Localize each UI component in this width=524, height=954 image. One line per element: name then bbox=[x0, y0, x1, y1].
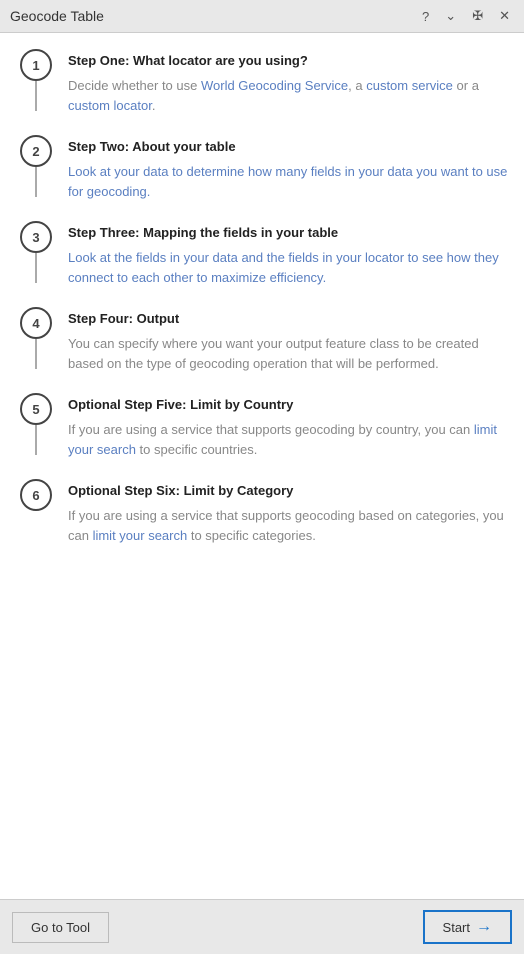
step-title-1: Step One: What locator are you using? bbox=[68, 53, 508, 68]
step-circle-2: 2 bbox=[20, 135, 52, 167]
step-item-1: 1 Step One: What locator are you using? … bbox=[16, 49, 508, 135]
step-content-6: Optional Step Six: Limit by Category If … bbox=[56, 479, 508, 555]
step-item-5: 5 Optional Step Five: Limit by Country I… bbox=[16, 393, 508, 479]
step-line-2 bbox=[35, 167, 37, 197]
step-desc-1: Decide whether to use World Geocoding Se… bbox=[68, 76, 508, 115]
pin-icon[interactable]: ✠ bbox=[468, 6, 487, 26]
footer: Go to Tool Start → bbox=[0, 899, 524, 954]
highlight-5: limit your search bbox=[68, 422, 497, 457]
highlight-3: Look at the fields in your data and the … bbox=[68, 250, 499, 285]
close-icon[interactable]: ✕ bbox=[495, 6, 514, 26]
step-desc-2: Look at your data to determine how many … bbox=[68, 162, 508, 201]
step-line-4 bbox=[35, 339, 37, 369]
step-content-4: Step Four: Output You can specify where … bbox=[56, 307, 508, 393]
go-to-tool-button[interactable]: Go to Tool bbox=[12, 912, 109, 943]
start-button[interactable]: Start → bbox=[423, 910, 512, 944]
step-line-3 bbox=[35, 253, 37, 283]
step-desc-5: If you are using a service that supports… bbox=[68, 420, 508, 459]
step-circle-4: 4 bbox=[20, 307, 52, 339]
highlight-1b: custom service bbox=[366, 78, 453, 93]
step-title-6: Optional Step Six: Limit by Category bbox=[68, 483, 508, 498]
step-title-5: Optional Step Five: Limit by Country bbox=[68, 397, 508, 412]
step-item-3: 3 Step Three: Mapping the fields in your… bbox=[16, 221, 508, 307]
main-content: 1 Step One: What locator are you using? … bbox=[0, 33, 524, 899]
step-content-3: Step Three: Mapping the fields in your t… bbox=[56, 221, 508, 307]
highlight-6: limit your search bbox=[93, 528, 188, 543]
collapse-icon[interactable]: ⌄ bbox=[441, 6, 460, 26]
step-title-3: Step Three: Mapping the fields in your t… bbox=[68, 225, 508, 240]
start-arrow-icon: → bbox=[476, 918, 492, 936]
step-content-5: Optional Step Five: Limit by Country If … bbox=[56, 393, 508, 479]
step-left-2: 2 bbox=[16, 135, 56, 197]
highlight-1c: custom locator bbox=[68, 98, 152, 113]
step-left-4: 4 bbox=[16, 307, 56, 369]
step-line-5 bbox=[35, 425, 37, 455]
step-left-5: 5 bbox=[16, 393, 56, 455]
step-left-3: 3 bbox=[16, 221, 56, 283]
help-icon[interactable]: ? bbox=[418, 7, 433, 26]
title-bar: Geocode Table ? ⌄ ✠ ✕ bbox=[0, 0, 524, 33]
step-left-6: 6 bbox=[16, 479, 56, 511]
highlight-1a: World Geocoding Service bbox=[201, 78, 348, 93]
window-title: Geocode Table bbox=[10, 8, 104, 24]
step-circle-3: 3 bbox=[20, 221, 52, 253]
step-circle-1: 1 bbox=[20, 49, 52, 81]
step-content-2: Step Two: About your table Look at your … bbox=[56, 135, 508, 221]
step-desc-4: You can specify where you want your outp… bbox=[68, 334, 508, 373]
start-label: Start bbox=[443, 920, 470, 935]
step-left-1: 1 bbox=[16, 49, 56, 111]
title-bar-controls: ? ⌄ ✠ ✕ bbox=[418, 6, 514, 26]
step-item-6: 6 Optional Step Six: Limit by Category I… bbox=[16, 479, 508, 555]
step-line-1 bbox=[35, 81, 37, 111]
step-item-4: 4 Step Four: Output You can specify wher… bbox=[16, 307, 508, 393]
step-desc-3: Look at the fields in your data and the … bbox=[68, 248, 508, 287]
step-list: 1 Step One: What locator are you using? … bbox=[16, 49, 508, 555]
step-item-2: 2 Step Two: About your table Look at you… bbox=[16, 135, 508, 221]
step-content-1: Step One: What locator are you using? De… bbox=[56, 49, 508, 135]
highlight-2: Look at your data to determine how many … bbox=[68, 164, 507, 199]
step-title-4: Step Four: Output bbox=[68, 311, 508, 326]
step-circle-6: 6 bbox=[20, 479, 52, 511]
step-circle-5: 5 bbox=[20, 393, 52, 425]
step-desc-6: If you are using a service that supports… bbox=[68, 506, 508, 545]
step-title-2: Step Two: About your table bbox=[68, 139, 508, 154]
